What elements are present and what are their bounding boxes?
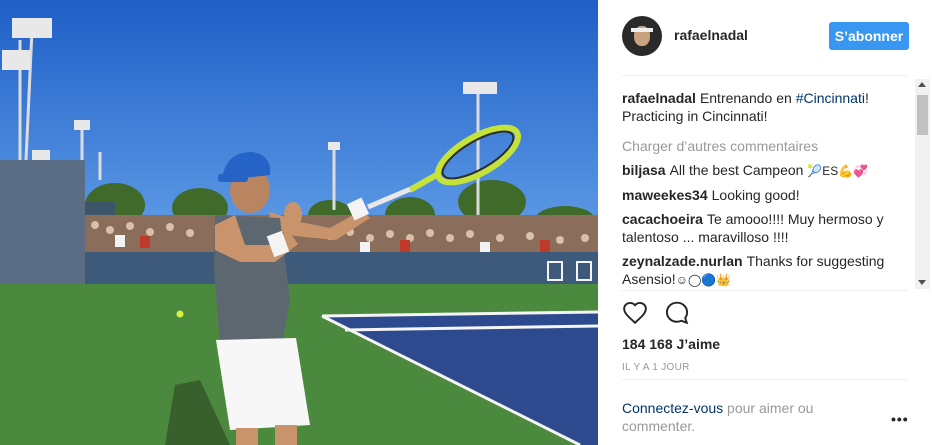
comment-username[interactable]: biljasa xyxy=(622,162,666,178)
comments-scrollbar[interactable] xyxy=(915,79,930,289)
instagram-post: rafaelnadal S’abonner rafaelnadal Entrena… xyxy=(0,0,932,445)
actions-divider xyxy=(622,290,908,291)
post-panel: rafaelnadal S’abonner rafaelnadal Entrena… xyxy=(598,0,932,445)
post-username[interactable]: rafaelnadal xyxy=(674,27,748,43)
post-actions xyxy=(622,300,690,328)
login-link[interactable]: Connectez-vous xyxy=(622,400,723,416)
comments-list: rafaelnadal Entrenando en #Cincinnati! Pr… xyxy=(622,89,912,289)
comment-emojis: ☺◯🔵👑 xyxy=(675,273,732,287)
footer-divider xyxy=(622,379,908,380)
post-photo[interactable] xyxy=(0,0,598,445)
speech-bubble-icon[interactable] xyxy=(664,300,690,326)
comment-item: biljasa All the best Campeon 🎾ES💪💞 xyxy=(622,161,912,180)
caption-text-start: Entrenando en xyxy=(699,90,796,106)
load-more-comments-button[interactable]: Charger d’autres commentaires xyxy=(622,137,912,155)
scroll-up-icon[interactable] xyxy=(918,82,926,87)
post-header: rafaelnadal S’abonner xyxy=(598,0,932,75)
heart-icon[interactable] xyxy=(622,300,648,326)
avatar-headband xyxy=(631,28,653,32)
comment-username[interactable]: zeynalzade.nurlan xyxy=(622,253,743,269)
comment-text: Looking good! xyxy=(711,187,800,203)
caption-username[interactable]: rafaelnadal xyxy=(622,90,696,106)
login-prompt: Connectez-vous pour aimer ou commenter. xyxy=(622,399,872,435)
avatar[interactable] xyxy=(622,16,662,56)
follow-button[interactable]: S’abonner xyxy=(829,22,909,50)
comment-text: All the best Campeon xyxy=(669,162,808,178)
post-timestamp[interactable]: IL Y A 1 JOUR xyxy=(622,362,690,373)
comment-item: cacachoeira Te amooo!!!! Muy hermoso y ta… xyxy=(622,210,912,246)
comment-emojis: 🎾ES💪💞 xyxy=(807,164,869,178)
caption: rafaelnadal Entrenando en #Cincinnati! Pr… xyxy=(622,89,912,125)
caption-hashtag[interactable]: #Cincinnati xyxy=(796,90,865,106)
comment-username[interactable]: maweekes34 xyxy=(622,187,708,203)
ellipsis-icon[interactable]: ••• xyxy=(891,411,909,427)
tennis-photo xyxy=(0,0,598,445)
comment-item: maweekes34 Looking good! xyxy=(622,186,912,204)
likes-count[interactable]: 184 168 J’aime xyxy=(622,336,720,352)
comment-username[interactable]: cacachoeira xyxy=(622,211,703,227)
scrollbar-thumb[interactable] xyxy=(917,95,928,135)
header-divider xyxy=(622,75,908,76)
scroll-down-icon[interactable] xyxy=(918,280,926,285)
comment-item: zeynalzade.nurlan Thanks for suggesting A… xyxy=(622,252,912,289)
